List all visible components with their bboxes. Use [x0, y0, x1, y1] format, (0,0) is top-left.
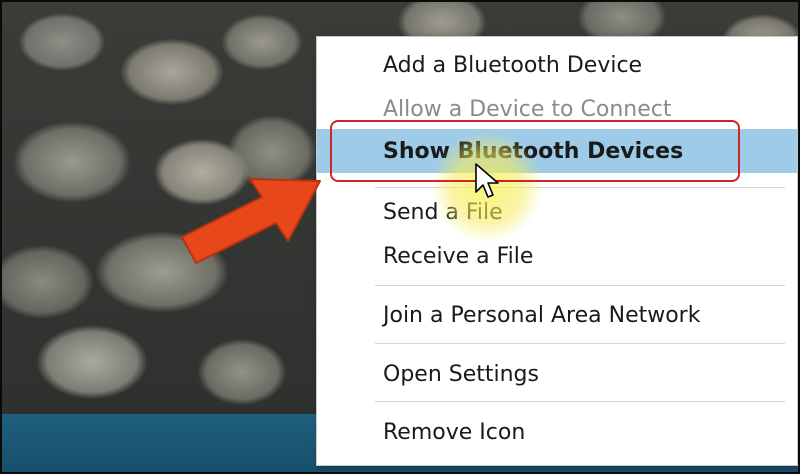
screenshot-frame: Add a Bluetooth Device Allow a Device to…: [0, 0, 800, 474]
bluetooth-context-menu: Add a Bluetooth Device Allow a Device to…: [316, 36, 798, 466]
menu-item-receive-a-file[interactable]: Receive a File: [317, 234, 797, 278]
menu-item-add-bluetooth-device[interactable]: Add a Bluetooth Device: [317, 43, 797, 87]
menu-item-join-personal-area-network[interactable]: Join a Personal Area Network: [317, 293, 797, 337]
menu-item-label: Allow a Device to Connect: [383, 96, 672, 122]
annotation-outline: [330, 120, 740, 182]
arrow-icon: [181, 178, 321, 264]
menu-separator: [375, 343, 785, 344]
menu-item-remove-icon[interactable]: Remove Icon: [317, 410, 797, 454]
menu-item-open-settings[interactable]: Open Settings: [317, 352, 797, 396]
menu-item-label: Remove Icon: [383, 419, 526, 445]
menu-item-label: Join a Personal Area Network: [383, 302, 701, 328]
menu-item-label: Open Settings: [383, 361, 539, 387]
menu-item-send-a-file[interactable]: Send a File: [317, 190, 797, 234]
menu-item-label: Add a Bluetooth Device: [383, 52, 643, 78]
mouse-cursor-icon: [475, 163, 499, 198]
menu-separator: [375, 285, 785, 286]
menu-item-label: Receive a File: [383, 243, 534, 269]
menu-separator: [375, 401, 785, 402]
